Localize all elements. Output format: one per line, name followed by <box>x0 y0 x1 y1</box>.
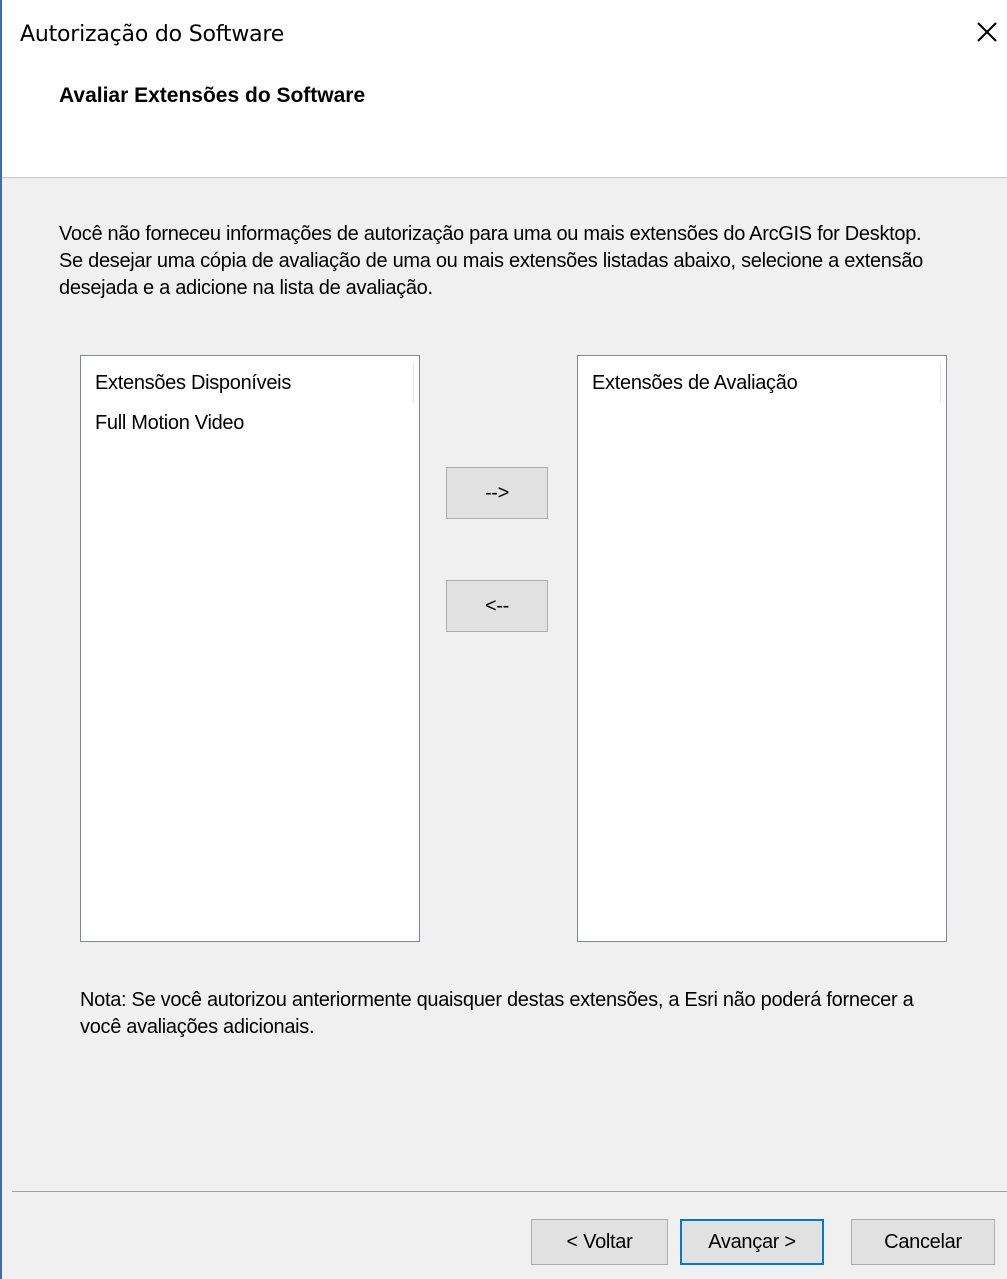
list-item[interactable]: Full Motion Video <box>95 412 244 435</box>
close-icon <box>977 22 997 42</box>
add-to-evaluation-button[interactable]: --> <box>446 467 548 519</box>
available-list-header[interactable]: Extensões Disponíveis <box>82 357 418 405</box>
window-title: Autorização do Software <box>20 22 285 47</box>
page-heading: Avaliar Extensões do Software <box>59 84 366 107</box>
column-separator[interactable] <box>940 363 941 403</box>
footer-divider <box>12 1191 1007 1192</box>
evaluation-extensions-list[interactable]: Extensões de Avaliação <box>577 355 947 942</box>
cancel-button[interactable]: Cancelar <box>851 1219 995 1265</box>
available-list-header-label: Extensões Disponíveis <box>95 372 292 394</box>
back-button[interactable]: < Voltar <box>531 1219 668 1265</box>
available-extensions-list[interactable]: Extensões Disponíveis Full Motion Video <box>80 355 420 942</box>
evaluation-list-header[interactable]: Extensões de Avaliação <box>579 357 945 405</box>
dialog-window: Autorização do Software Avaliar Extensõe… <box>0 0 1007 1279</box>
column-separator[interactable] <box>413 363 414 403</box>
next-button[interactable]: Avançar > <box>680 1219 824 1265</box>
evaluation-list-header-label: Extensões de Avaliação <box>592 372 798 394</box>
title-bar: Autorização do Software <box>2 0 1007 66</box>
intro-text: Você não forneceu informações de autoriz… <box>59 223 923 299</box>
wizard-header: Avaliar Extensões do Software <box>2 66 1007 178</box>
note-text: Nota: Se você autorizou anteriormente qu… <box>80 989 914 1038</box>
close-button[interactable] <box>967 12 1007 52</box>
remove-from-evaluation-button[interactable]: <-- <box>446 580 548 632</box>
